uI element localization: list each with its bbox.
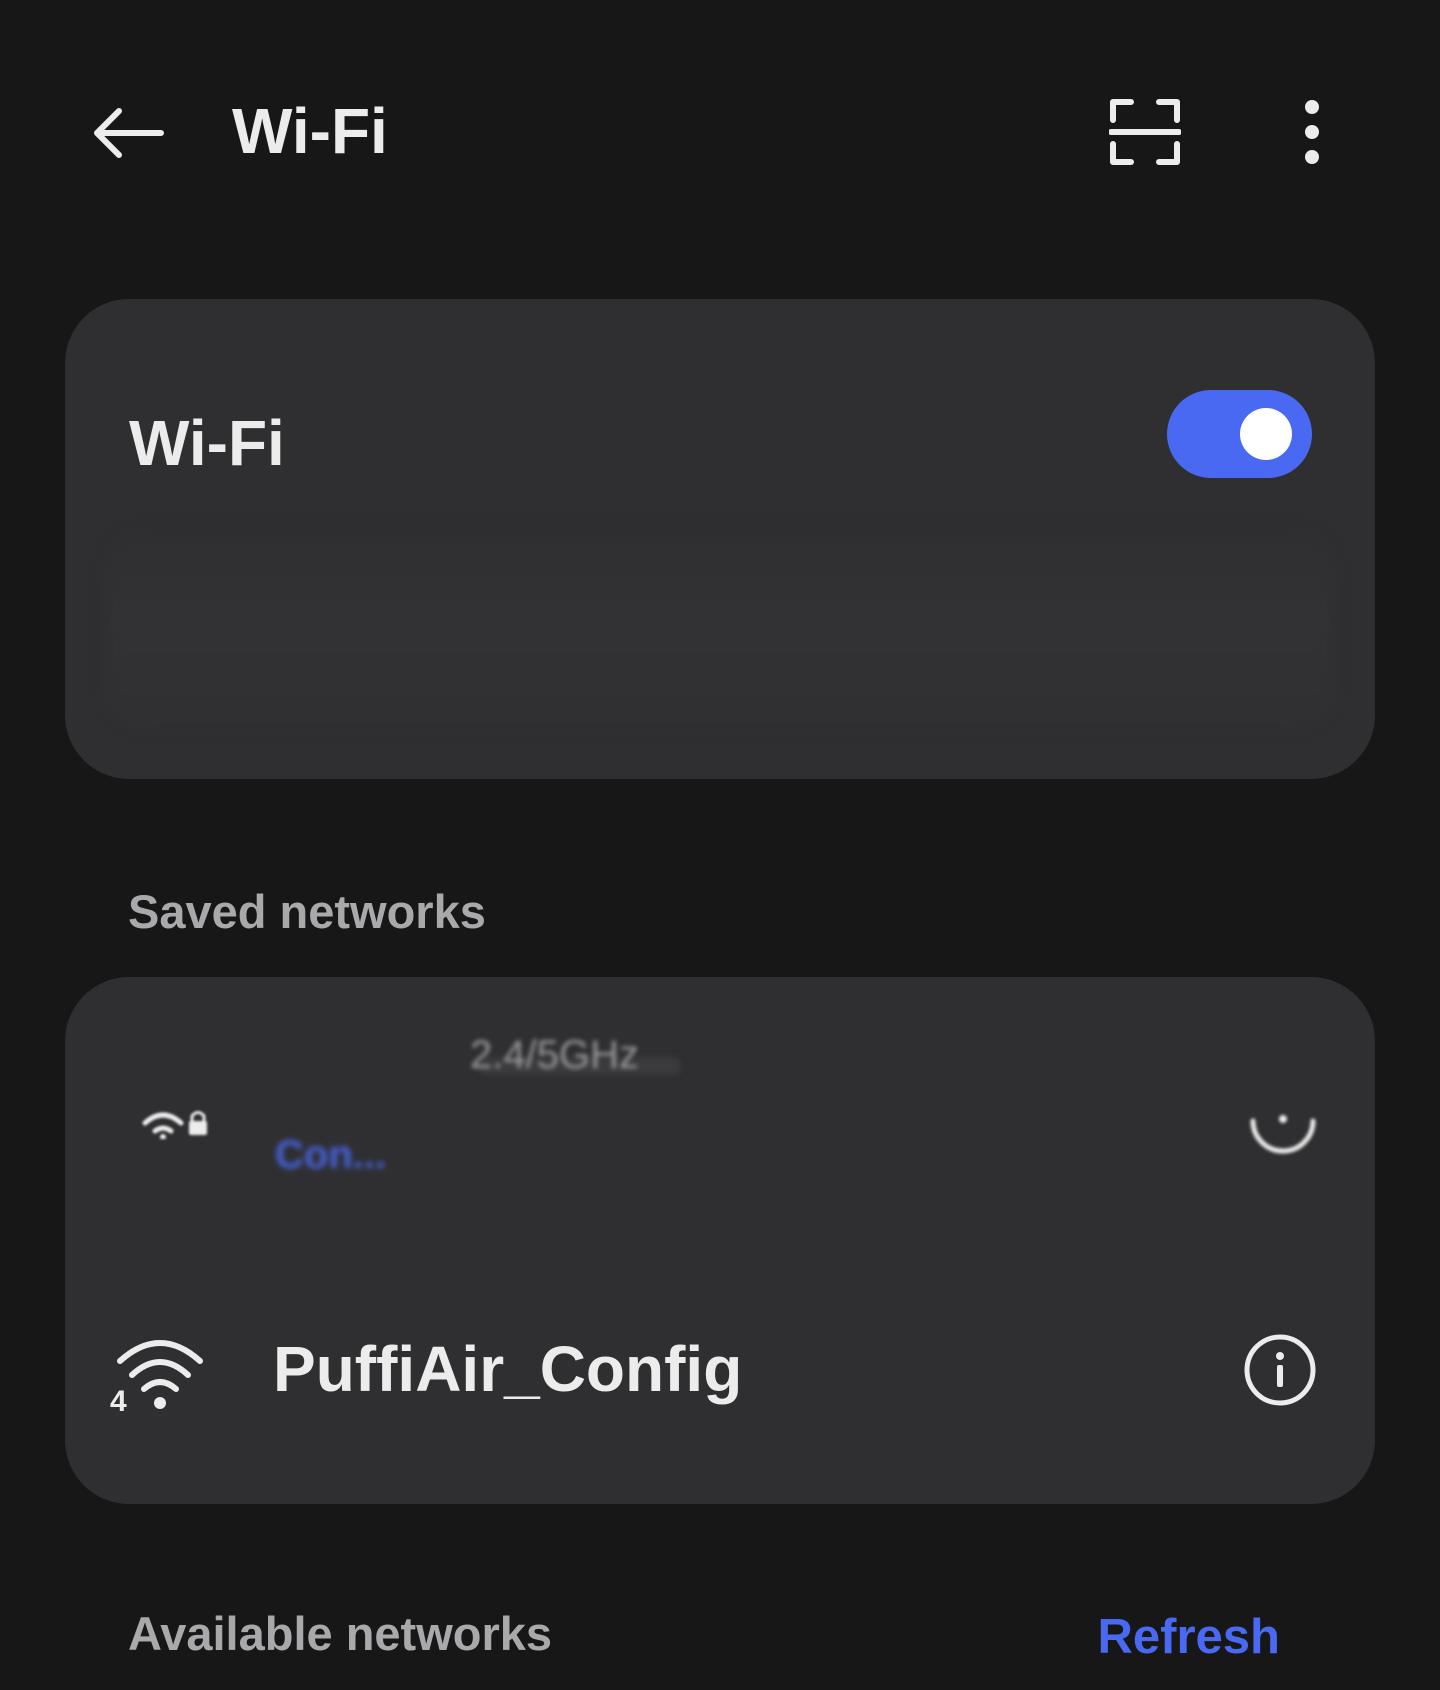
info-icon[interactable]: [1245, 1079, 1321, 1155]
info-icon[interactable]: [1243, 1333, 1317, 1407]
wifi-4-icon: 4: [110, 1340, 203, 1413]
more-options-button[interactable]: [1280, 92, 1344, 172]
network-band: 2.4/5GHz: [470, 1033, 639, 1077]
page-title: Wi-Fi: [232, 95, 388, 167]
top-app-bar: Wi-Fi: [0, 0, 1440, 264]
available-networks-header: Available networks: [128, 1607, 553, 1660]
saved-networks-header: Saved networks: [128, 885, 486, 938]
network-name: PuffiAir_Config: [273, 1333, 743, 1405]
wifi-switch[interactable]: [1167, 390, 1312, 478]
redacted-current-network: [105, 529, 1335, 729]
saved-network-row[interactable]: 4 PuffiAir_Config: [65, 1267, 1375, 1467]
refresh-button[interactable]: Refresh: [1098, 1608, 1280, 1666]
wifi-lock-icon: [142, 1111, 207, 1139]
qr-scan-button[interactable]: [1100, 92, 1190, 172]
arrow-left-icon: [94, 108, 164, 158]
wifi-standard-label: 4: [110, 1385, 127, 1413]
saved-network-row[interactable]: 2.4/5GHz Con...: [65, 1017, 1375, 1237]
back-button[interactable]: [84, 95, 170, 171]
saved-networks-card: 2.4/5GHz Con... 4 PuffiAir_Config: [65, 977, 1375, 1504]
network-status: Con...: [275, 1133, 387, 1177]
wifi-label: Wi-Fi: [129, 407, 285, 479]
switch-knob: [1240, 408, 1292, 460]
wifi-toggle-card: Wi-Fi: [65, 299, 1375, 779]
more-vertical-icon: [1305, 100, 1319, 164]
qr-scan-icon: [1109, 99, 1181, 165]
